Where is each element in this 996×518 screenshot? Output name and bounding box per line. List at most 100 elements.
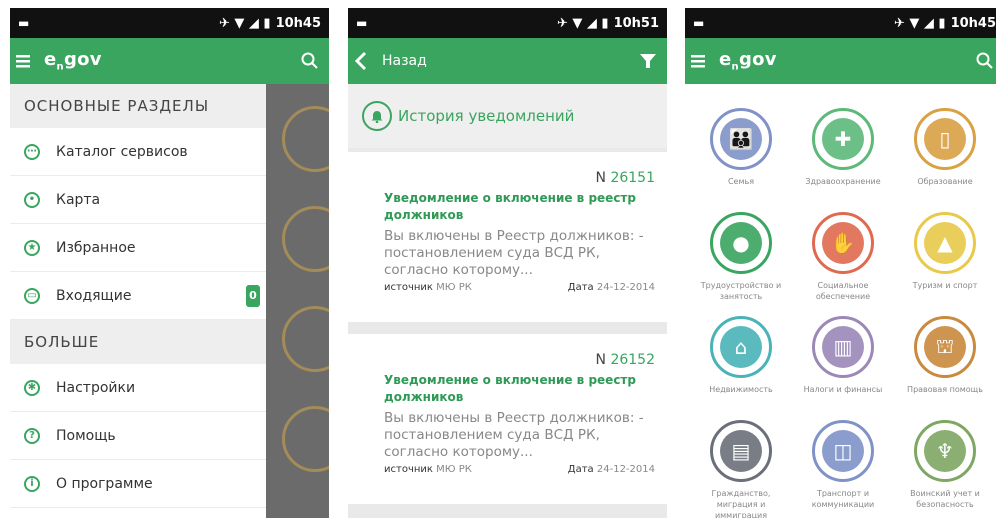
tourism-icon: ▲ bbox=[924, 222, 966, 264]
drawer-item-favorites[interactable]: ★ Избранное bbox=[10, 224, 266, 272]
category-circle: ◫ bbox=[812, 420, 874, 482]
category-label: Социальное обеспечение bbox=[815, 281, 871, 301]
back-button[interactable]: Назад bbox=[354, 51, 427, 71]
notification-number: 26152 bbox=[610, 352, 655, 368]
drawer-item-label: Каталог сервисов bbox=[56, 143, 188, 160]
category-circle: ⌂ bbox=[710, 316, 772, 378]
gear-icon: ✱ bbox=[24, 379, 40, 396]
notification-icon: ▬ bbox=[356, 16, 368, 30]
date-label: Дата bbox=[567, 282, 594, 293]
category-label: Здравоохранение bbox=[805, 177, 881, 186]
source-label: источник bbox=[384, 282, 433, 293]
category-grid: 👪 Семья ✚ Здравоохранение ▯ Образование ● Трудо… bbox=[685, 84, 996, 518]
drawer-item-catalog[interactable]: ⋯ Каталог сервисов bbox=[10, 128, 266, 176]
source-value: МЮ РК bbox=[436, 282, 472, 293]
category-label: Воинский учет и безопасность bbox=[910, 489, 980, 509]
category-tourism[interactable]: ▲ Туризм и спорт bbox=[897, 212, 993, 291]
notification-number-prefix: N bbox=[595, 170, 606, 186]
notification-title: Уведомление о включение в реестр должник… bbox=[384, 373, 636, 404]
category-label: Трудоустройство и занятость bbox=[700, 281, 782, 301]
category-label: Транспорт и коммуникации bbox=[811, 489, 875, 509]
category-circle: ▤ bbox=[710, 420, 772, 482]
phone-screen-notifications: ▬ ✈ ▼ ◢ ▮ 10h51 Назад История уведомлени… bbox=[348, 8, 667, 518]
category-circle: ✚ bbox=[812, 108, 874, 170]
search-icon[interactable] bbox=[976, 52, 994, 70]
category-legal[interactable]: ⛫ Правовая помощь bbox=[897, 316, 993, 395]
app-bar: engov bbox=[10, 38, 329, 84]
category-transport[interactable]: ◫ Транспорт и коммуникации bbox=[795, 420, 891, 510]
category-military[interactable]: ♆ Воинский учет и безопасность bbox=[897, 420, 993, 510]
signal-icons: ✈ ▼ ◢ ▮ bbox=[556, 15, 609, 31]
category-label: Налоги и финансы bbox=[803, 385, 883, 394]
military-icon: ♆ bbox=[924, 430, 966, 472]
category-label: Гражданство, миграция и иммиграция bbox=[711, 489, 771, 518]
map-pin-icon: • bbox=[24, 191, 40, 208]
notification-icon: ▬ bbox=[693, 16, 705, 30]
drawer-item-label: Избранное bbox=[56, 239, 136, 256]
signal-icons: ✈ ▼ ◢ ▮ bbox=[218, 15, 271, 31]
catalog-icon: ⋯ bbox=[24, 143, 40, 160]
date-label: Дата bbox=[567, 464, 594, 475]
app-logo: engov bbox=[44, 49, 102, 73]
date-value: 24-12-2014 bbox=[596, 282, 655, 293]
drawer-item-label: Карта bbox=[56, 191, 101, 208]
filter-icon[interactable] bbox=[639, 52, 657, 70]
drawer-item-map[interactable]: • Карта bbox=[10, 176, 266, 224]
notification-card[interactable]: N 26152 Уведомление о включение в реестр… bbox=[348, 334, 667, 504]
category-employment[interactable]: ● Трудоустройство и занятость bbox=[693, 212, 789, 302]
drawer-item-label: Настройки bbox=[56, 379, 136, 396]
employment-icon: ● bbox=[720, 222, 762, 264]
inbox-icon: ▭ bbox=[24, 287, 40, 304]
drawer-item-about[interactable]: i О программе bbox=[10, 460, 266, 508]
star-icon: ★ bbox=[24, 239, 40, 256]
category-circle: ♆ bbox=[914, 420, 976, 482]
status-time: 10h51 bbox=[613, 15, 659, 31]
category-healthcare[interactable]: ✚ Здравоохранение bbox=[795, 108, 891, 187]
category-realty[interactable]: ⌂ Недвижимость bbox=[693, 316, 789, 395]
drawer-item-label: Помощь bbox=[56, 427, 116, 444]
notification-title: Уведомление о включение в реестр должник… bbox=[384, 191, 636, 222]
notification-number: 26151 bbox=[610, 170, 655, 186]
drawer-item-help[interactable]: ? Помощь bbox=[10, 412, 266, 460]
drawer-item-inbox[interactable]: ▭ Входящие 0 bbox=[10, 272, 266, 320]
notification-card[interactable]: N 26151 Уведомление о включение в реестр… bbox=[348, 152, 667, 322]
category-taxes[interactable]: ▥ Налоги и финансы bbox=[795, 316, 891, 395]
drawer-item-label: О программе bbox=[56, 475, 153, 492]
app-logo: engov bbox=[719, 49, 777, 73]
drawer-item-label: Входящие bbox=[56, 287, 132, 304]
signal-icons: ✈ ▼ ◢ ▮ bbox=[893, 15, 946, 31]
category-citizenship[interactable]: ▤ Гражданство, миграция и иммиграция bbox=[693, 420, 789, 518]
taxes-icon: ▥ bbox=[822, 326, 864, 368]
hamburger-menu-icon[interactable] bbox=[691, 54, 705, 68]
app-bar: Назад bbox=[348, 38, 667, 84]
realty-icon: ⌂ bbox=[720, 326, 762, 368]
history-title: История уведомлений bbox=[398, 107, 575, 125]
date-value: 24-12-2014 bbox=[596, 464, 655, 475]
drawer-section-header: БОЛЬШЕ bbox=[10, 320, 266, 364]
notification-number-prefix: N bbox=[595, 352, 606, 368]
status-bar: ▬ ✈ ▼ ◢ ▮ 10h45 bbox=[10, 8, 329, 38]
phone-screen-categories: ▬ ✈ ▼ ◢ ▮ 10h45 engov 👪 Семья ✚ Здравоохран… bbox=[685, 8, 996, 518]
category-family[interactable]: 👪 Семья bbox=[693, 108, 789, 187]
category-label: Семья bbox=[727, 177, 755, 186]
help-icon: ? bbox=[24, 427, 40, 444]
category-circle: ▥ bbox=[812, 316, 874, 378]
hamburger-menu-icon[interactable] bbox=[16, 54, 30, 68]
notification-history-header: История уведомлений bbox=[348, 84, 667, 148]
inbox-count-badge: 0 bbox=[246, 284, 260, 307]
drawer-item-settings[interactable]: ✱ Настройки bbox=[10, 364, 266, 412]
category-circle: ▯ bbox=[914, 108, 976, 170]
notification-text: Вы включены в Реестр должников: - постан… bbox=[384, 228, 644, 278]
category-social[interactable]: ✋ Социальное обеспечение bbox=[795, 212, 891, 302]
category-label: Правовая помощь bbox=[907, 385, 983, 394]
source-value: МЮ РК bbox=[436, 464, 472, 475]
status-bar: ▬ ✈ ▼ ◢ ▮ 10h45 bbox=[685, 8, 996, 38]
navigation-drawer: ОСНОВНЫЕ РАЗДЕЛЫ ⋯ Каталог сервисов • Ка… bbox=[10, 84, 266, 518]
source-label: источник bbox=[384, 464, 433, 475]
category-education[interactable]: ▯ Образование bbox=[897, 108, 993, 187]
phone-screen-menu: ▬ ✈ ▼ ◢ ▮ 10h45 engov ОСНОВНЫЕ РАЗДЕЛЫ ⋯ bbox=[10, 8, 329, 518]
search-icon[interactable] bbox=[301, 52, 319, 70]
back-arrow-icon bbox=[354, 51, 368, 71]
drawer-section-header: ОСНОВНЫЕ РАЗДЕЛЫ bbox=[10, 84, 266, 128]
category-circle: 👪 bbox=[710, 108, 772, 170]
